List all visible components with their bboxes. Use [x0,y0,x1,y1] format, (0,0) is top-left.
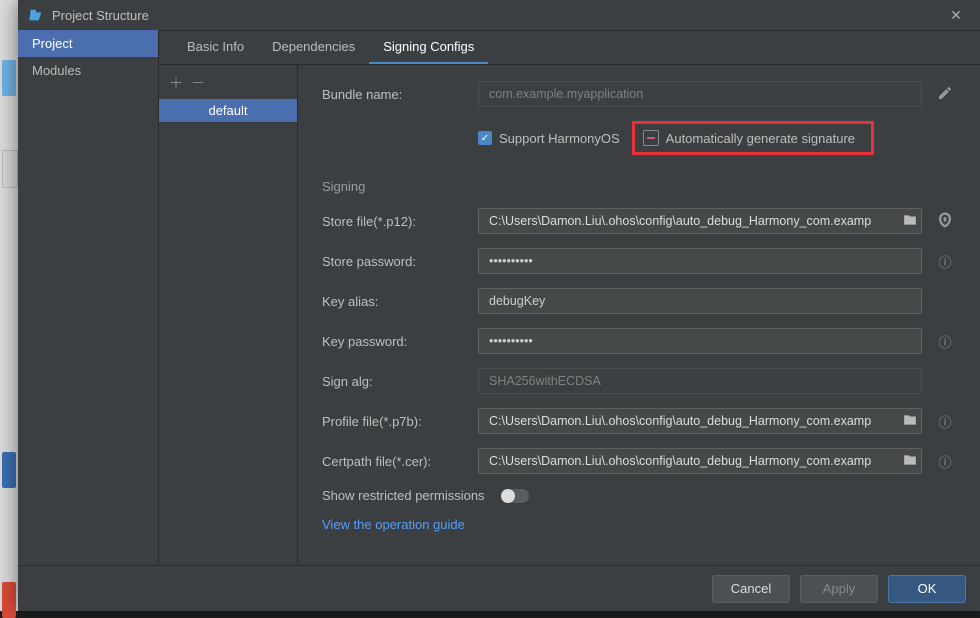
store-file-input[interactable] [478,208,922,234]
bundle-name-label: Bundle name: [322,87,478,102]
fingerprint-icon[interactable] [934,211,956,232]
titlebar: Project Structure ✕ [18,0,980,31]
store-password-help-icon[interactable]: ⓘ [934,252,956,271]
support-harmonyos-label: Support HarmonyOS [499,131,620,146]
profile-file-help-icon[interactable]: ⓘ [934,412,956,431]
certpath-file-browse-icon[interactable] [903,453,917,470]
key-alias-label: Key alias: [322,294,478,309]
auto-generate-signature-checkbox[interactable] [643,130,659,146]
add-config-icon[interactable]: ＋ [169,73,183,93]
profile-file-browse-icon[interactable] [903,413,917,430]
edit-bundle-name-icon[interactable] [934,85,956,104]
app-icon [28,7,44,23]
profile-file-input[interactable] [478,408,922,434]
store-password-label: Store password: [322,254,478,269]
support-harmonyos-checkbox[interactable]: ✓ [478,131,492,145]
bundle-name-input[interactable] [478,81,922,107]
show-restricted-permissions-label: Show restricted permissions [322,488,485,503]
close-icon[interactable]: ✕ [942,7,970,24]
store-file-label: Store file(*.p12): [322,214,478,229]
store-file-browse-icon[interactable] [903,213,917,230]
obscured-background [0,0,18,611]
sidebar-item-project[interactable]: Project [18,30,158,57]
certpath-file-input[interactable] [478,448,922,474]
key-password-label: Key password: [322,334,478,349]
cancel-button[interactable]: Cancel [712,575,790,603]
show-restricted-permissions-toggle[interactable] [501,489,529,503]
window-title: Project Structure [52,8,149,23]
tab-dependencies[interactable]: Dependencies [258,31,369,64]
profile-file-label: Profile file(*.p7b): [322,414,478,429]
key-password-input[interactable] [478,328,922,354]
store-password-input[interactable] [478,248,922,274]
sidebar-item-modules[interactable]: Modules [18,57,158,84]
config-item-default[interactable]: default [159,99,297,122]
sign-alg-label: Sign alg: [322,374,478,389]
sidebar: Project Modules [18,30,159,566]
key-alias-input[interactable] [478,288,922,314]
signing-form: Bundle name: ✓ Support HarmonyOS [298,65,980,566]
remove-config-icon[interactable]: － [191,73,205,93]
signing-configs-list: ＋ － default [159,65,298,566]
signing-section-heading: Signing [322,179,956,194]
tab-signing-configs[interactable]: Signing Configs [369,31,488,64]
dialog-footer: Cancel Apply OK [18,565,980,611]
sign-alg-input[interactable] [478,368,922,394]
apply-button[interactable]: Apply [800,575,878,603]
certpath-file-label: Certpath file(*.cer): [322,454,478,469]
certpath-file-help-icon[interactable]: ⓘ [934,452,956,471]
auto-generate-signature-label: Automatically generate signature [666,131,855,146]
tab-bar: Basic Info Dependencies Signing Configs [159,30,980,65]
highlight-auto-signature: Automatically generate signature [632,121,874,155]
key-password-help-icon[interactable]: ⓘ [934,332,956,351]
ok-button[interactable]: OK [888,575,966,603]
operation-guide-link[interactable]: View the operation guide [322,517,465,532]
project-structure-dialog: Project Structure ✕ Project Modules Basi… [18,0,980,611]
tab-basic-info[interactable]: Basic Info [173,31,258,64]
